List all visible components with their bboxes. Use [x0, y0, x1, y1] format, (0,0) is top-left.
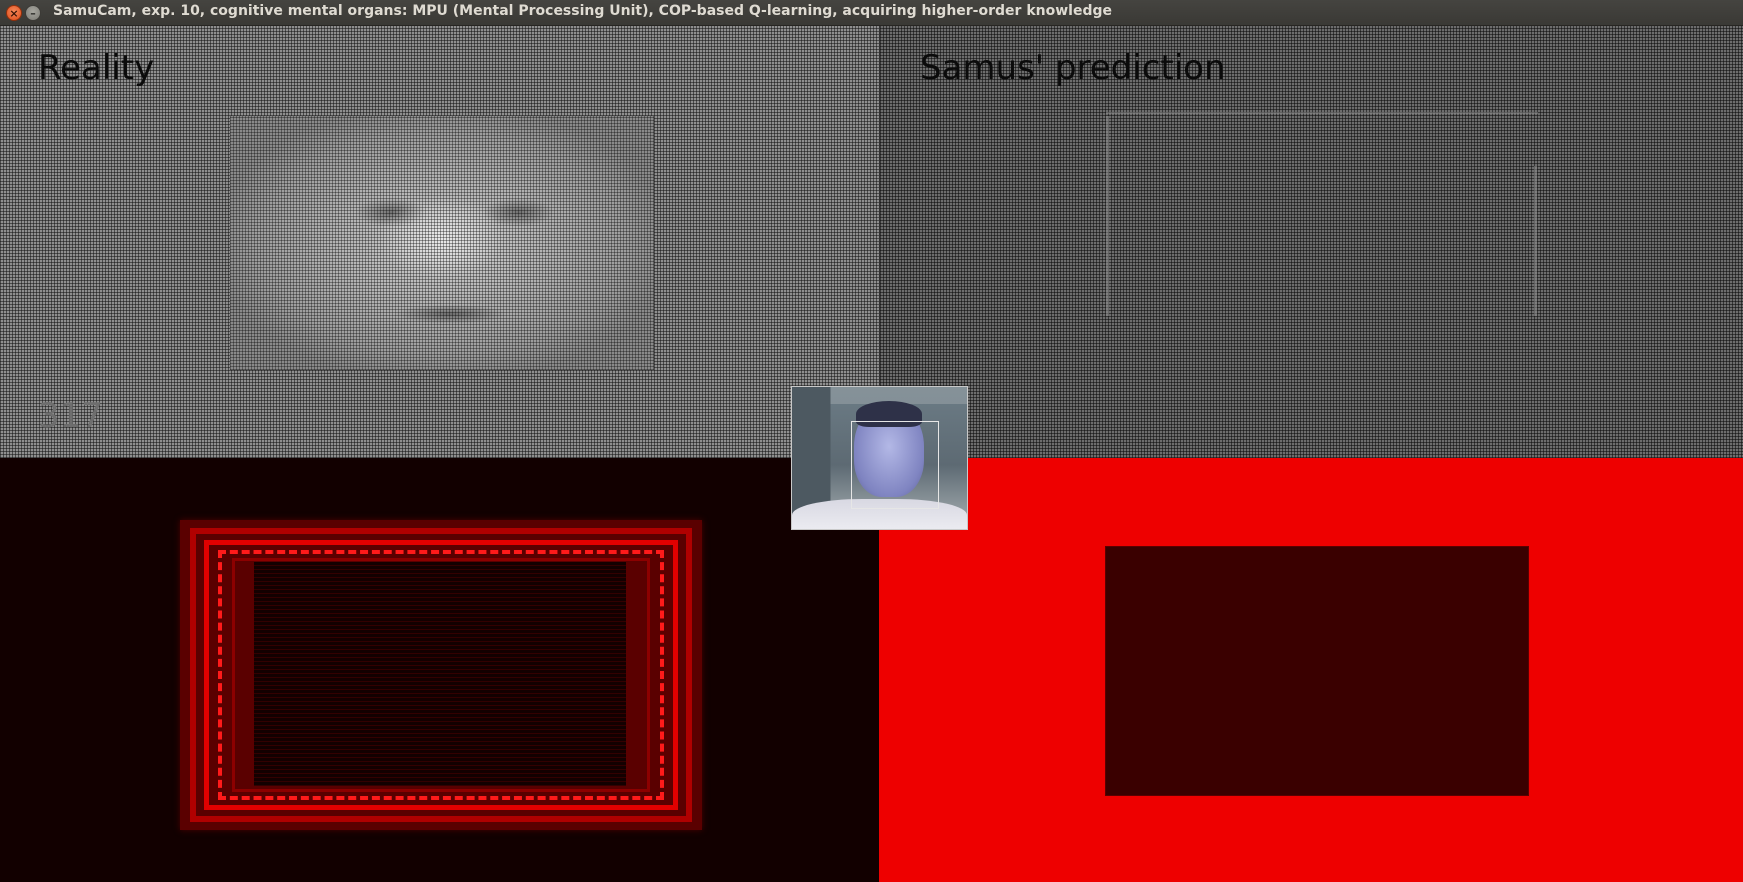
reality-panel: Reality 317 [0, 26, 879, 458]
minimize-window-button[interactable]: – [25, 5, 41, 21]
prediction-ghost-outline [1106, 112, 1538, 314]
title-bar[interactable]: × – SamuCam, exp. 10, cognitive mental o… [0, 0, 1743, 26]
webcam-thumbnail [791, 386, 968, 530]
reality-face-image [230, 116, 654, 370]
prediction-ghost-line-right [1534, 166, 1537, 316]
reality-heatmap-panel [0, 458, 879, 882]
prediction-heatmap-block [1105, 546, 1529, 796]
close-window-button[interactable]: × [6, 5, 22, 21]
close-icon: × [9, 6, 19, 20]
face-detection-box [851, 421, 939, 509]
frame-counter: 317 [38, 396, 103, 436]
samucam-window: × – SamuCam, exp. 10, cognitive mental o… [0, 0, 1743, 882]
reality-heatmap-core [254, 562, 626, 786]
reality-label: Reality [38, 48, 155, 88]
minimize-icon: – [30, 6, 36, 20]
window-title: SamuCam, exp. 10, cognitive mental organ… [53, 3, 1112, 19]
prediction-heatmap-panel [879, 458, 1743, 882]
prediction-label: Samus' prediction [920, 48, 1226, 88]
prediction-ghost-line-left [1106, 116, 1109, 316]
prediction-panel: Samus' prediction [879, 26, 1743, 458]
